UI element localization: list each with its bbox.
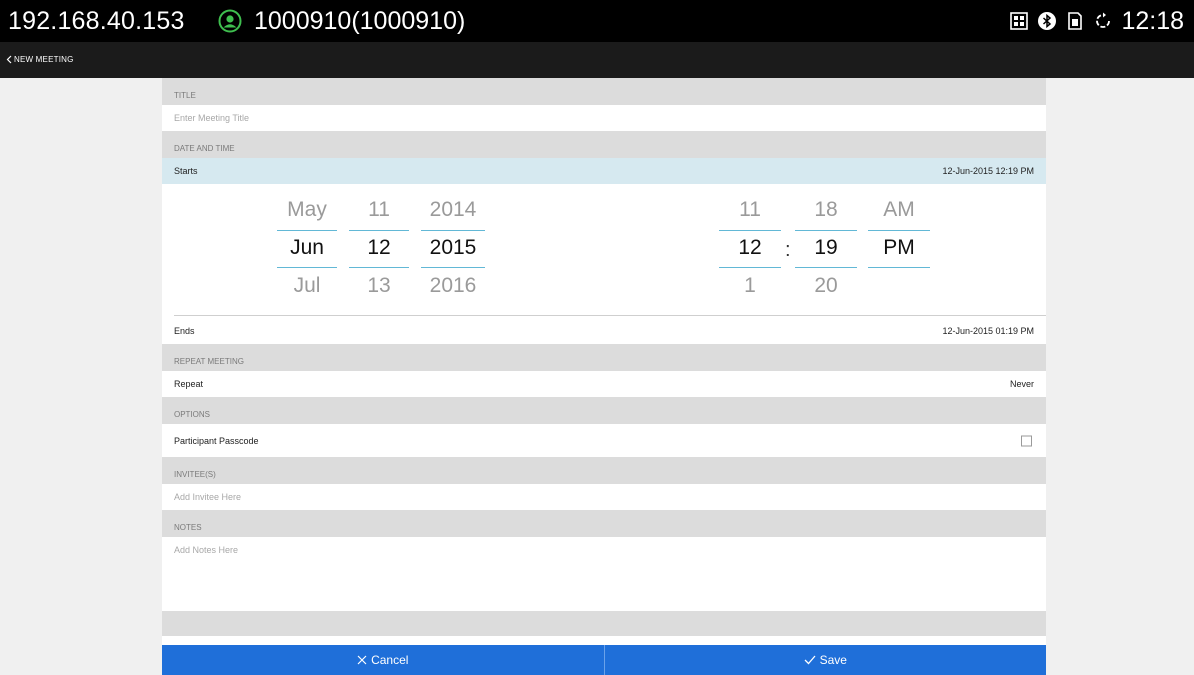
wheel-line	[421, 230, 485, 231]
section-label: DATE AND TIME	[174, 144, 235, 153]
minute-current[interactable]: 19	[795, 236, 857, 260]
section-invitees: INVITEE(S)	[162, 457, 1046, 484]
passcode-label: Participant Passcode	[174, 435, 259, 446]
cancel-button[interactable]: Cancel	[162, 645, 604, 675]
day-wheel[interactable]: 11 12 13	[349, 184, 409, 316]
ends-row[interactable]: Ends 12-Jun-2015 01:19 PM	[162, 317, 1046, 344]
month-wheel[interactable]: May Jun Jul	[277, 184, 337, 316]
year-current[interactable]: 2015	[421, 236, 485, 260]
wheel-line	[719, 230, 781, 231]
back-label: NEW MEETING	[14, 55, 74, 64]
month-next[interactable]: Jul	[277, 274, 337, 298]
chevron-left-icon	[6, 55, 12, 64]
repeat-label: Repeat	[174, 379, 204, 389]
meeting-form: TITLE Enter Meeting Title DATE AND TIME …	[162, 78, 1046, 646]
user-account: 1000910(1000910)	[254, 7, 466, 35]
title-placeholder: Enter Meeting Title	[174, 113, 250, 123]
wheel-line	[868, 267, 930, 268]
user-status-icon	[218, 9, 242, 33]
action-bar: Cancel Save	[162, 645, 1046, 675]
section-label: NOTES	[174, 523, 202, 532]
wheel-line	[277, 230, 337, 231]
divider	[174, 315, 1046, 316]
nav-bar: NEW MEETING	[0, 42, 1194, 78]
wheel-line	[349, 267, 409, 268]
minute-wheel[interactable]: 18 19 20	[795, 184, 857, 316]
bluetooth-icon	[1038, 12, 1057, 30]
bottom-spacer	[162, 611, 1046, 636]
wheel-line	[868, 230, 930, 231]
section-notes: NOTES	[162, 510, 1046, 537]
notes-field[interactable]: Add Notes Here	[162, 537, 1046, 611]
time-separator: :	[785, 239, 791, 261]
invitee-placeholder: Add Invitee Here	[174, 492, 242, 502]
wheel-line	[795, 230, 857, 231]
day-prev[interactable]: 11	[349, 198, 409, 222]
minute-prev[interactable]: 18	[795, 198, 857, 222]
ampm-prev[interactable]: AM	[868, 198, 930, 222]
minute-next[interactable]: 20	[795, 274, 857, 298]
close-icon	[357, 655, 367, 665]
cancel-label: Cancel	[371, 653, 409, 667]
ip-address: 192.168.40.153	[8, 7, 185, 35]
year-prev[interactable]: 2014	[421, 198, 485, 222]
day-current[interactable]: 12	[349, 236, 409, 260]
section-label: OPTIONS	[174, 410, 211, 419]
wheel-line	[719, 267, 781, 268]
starts-label: Starts	[174, 166, 198, 176]
clock: 12:18	[1121, 6, 1184, 35]
date-time-picker: May Jun Jul 11 12 13 2014 2015 2016 11 1…	[162, 184, 1046, 316]
starts-row[interactable]: Starts 12-Jun-2015 12:19 PM	[162, 158, 1046, 184]
save-label: Save	[819, 653, 847, 667]
year-next[interactable]: 2016	[421, 274, 485, 298]
save-button[interactable]: Save	[605, 645, 1047, 675]
back-button[interactable]: NEW MEETING	[6, 55, 74, 64]
notes-placeholder: Add Notes Here	[174, 545, 239, 555]
title-field[interactable]: Enter Meeting Title	[162, 105, 1046, 131]
grid-icon	[1010, 12, 1029, 30]
ends-value: 12-Jun-2015 01:19 PM	[942, 325, 1034, 336]
checkmark-icon	[804, 655, 816, 665]
day-next[interactable]: 13	[349, 274, 409, 298]
section-label: REPEAT MEETING	[174, 357, 244, 366]
wheel-line	[277, 267, 337, 268]
section-label: INVITEE(S)	[174, 470, 216, 479]
repeat-row[interactable]: Repeat Never	[162, 371, 1046, 397]
year-wheel[interactable]: 2014 2015 2016	[421, 184, 485, 316]
section-label: TITLE	[174, 91, 196, 100]
month-prev[interactable]: May	[277, 198, 337, 222]
passcode-row[interactable]: Participant Passcode	[162, 424, 1046, 457]
section-repeat: REPEAT MEETING	[162, 344, 1046, 371]
wheel-line	[349, 230, 409, 231]
section-date-time: DATE AND TIME	[162, 131, 1046, 158]
section-options: OPTIONS	[162, 397, 1046, 424]
ampm-wheel[interactable]: AM PM	[868, 184, 930, 316]
hour-next[interactable]: 1	[719, 274, 781, 298]
hour-wheel[interactable]: 11 12 1	[719, 184, 781, 316]
ends-label: Ends	[174, 325, 195, 336]
month-current[interactable]: Jun	[277, 236, 337, 260]
sim-icon	[1068, 12, 1083, 30]
wheel-line	[795, 267, 857, 268]
hour-current[interactable]: 12	[719, 236, 781, 260]
invitee-field[interactable]: Add Invitee Here	[162, 484, 1046, 510]
status-icons: 12:18	[1009, 7, 1184, 35]
ampm-current[interactable]: PM	[868, 236, 930, 260]
hour-prev[interactable]: 11	[719, 198, 781, 222]
sync-icon	[1096, 12, 1111, 28]
repeat-value: Never	[1009, 379, 1034, 389]
passcode-checkbox[interactable]	[1021, 435, 1032, 446]
starts-value: 12-Jun-2015 12:19 PM	[942, 166, 1034, 176]
section-title: TITLE	[162, 78, 1046, 105]
wheel-line	[421, 267, 485, 268]
status-bar: 192.168.40.153 1000910(1000910) 12:18	[0, 0, 1194, 42]
